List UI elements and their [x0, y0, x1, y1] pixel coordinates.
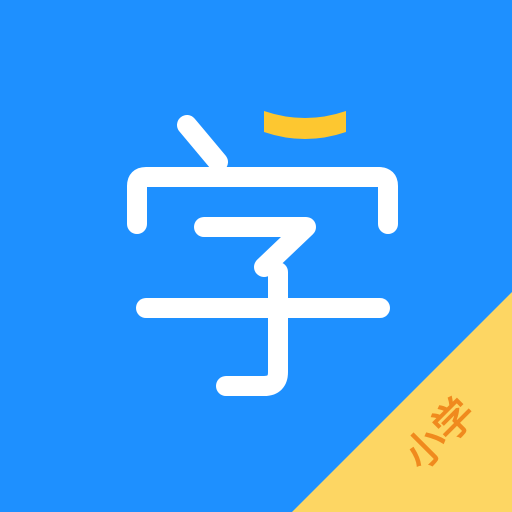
app-icon-artwork: 小学 — [0, 0, 512, 512]
app-icon[interactable]: 小学 — [0, 0, 512, 512]
